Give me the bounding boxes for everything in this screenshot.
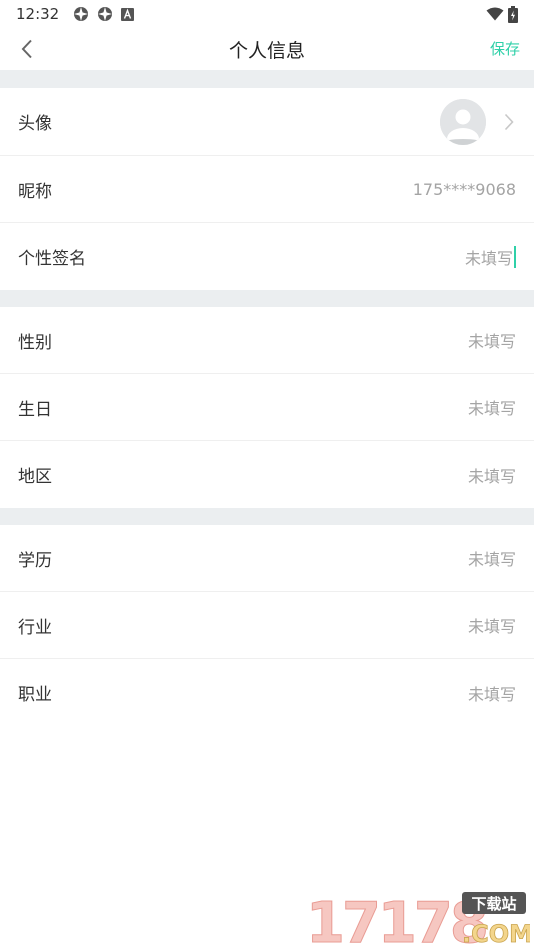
region-label: 地区 bbox=[18, 467, 52, 487]
watermark-number: 17178 bbox=[306, 891, 486, 948]
occupation-label: 职业 bbox=[18, 685, 52, 705]
region-value[interactable]: 未填写 bbox=[468, 463, 516, 487]
birthday-label: 生日 bbox=[18, 399, 52, 420]
gender-label: 性别 bbox=[18, 332, 52, 353]
personal-section: 性别 未填写 生日 未填写 地区 未填写 bbox=[0, 307, 534, 508]
status-bar: 12:32 bbox=[0, 0, 534, 28]
industry-row[interactable]: 行业 未填写 bbox=[0, 592, 534, 659]
occupation-row[interactable]: 职业 未填写 bbox=[0, 659, 534, 726]
back-button[interactable] bbox=[14, 36, 40, 62]
wifi-icon bbox=[486, 7, 504, 21]
avatar-label: 头像 bbox=[18, 114, 52, 134]
chevron-left-icon bbox=[21, 39, 32, 59]
birthday-value[interactable]: 未填写 bbox=[468, 395, 516, 419]
watermark-domain: .COM bbox=[462, 920, 530, 948]
site-watermark: 17178 下载站 .COM bbox=[306, 891, 531, 949]
page-title: 个人信息 bbox=[228, 39, 305, 62]
navigation-bar: 个人信息 保存 bbox=[0, 28, 534, 70]
nickname-value[interactable]: 175****9068 bbox=[413, 180, 516, 199]
section-divider bbox=[0, 290, 534, 307]
system-icons bbox=[486, 5, 518, 23]
nickname-row[interactable]: 昵称 175****9068 bbox=[0, 156, 534, 223]
signature-row[interactable]: 个性签名 未填写 bbox=[0, 223, 534, 290]
chevron-right-icon bbox=[502, 112, 516, 132]
gender-value[interactable]: 未填写 bbox=[468, 328, 516, 352]
signature-placeholder: 未填写 bbox=[464, 248, 513, 268]
birthday-row[interactable]: 生日 未填写 bbox=[0, 374, 534, 441]
a-letter-icon bbox=[121, 7, 135, 21]
industry-value[interactable]: 未填写 bbox=[468, 613, 516, 637]
app-notification-icon bbox=[74, 7, 89, 21]
default-avatar-icon bbox=[440, 98, 486, 145]
status-time: 12:32 bbox=[16, 5, 60, 23]
region-row[interactable]: 地区 未填写 bbox=[0, 441, 534, 508]
save-button[interactable]: 保存 bbox=[490, 38, 520, 59]
signature-label: 个性签名 bbox=[18, 249, 86, 269]
signature-field[interactable]: 未填写 bbox=[465, 245, 516, 269]
education-value[interactable]: 未填写 bbox=[468, 546, 516, 570]
avatar[interactable] bbox=[440, 98, 486, 145]
watermark-tag: 下载站 bbox=[471, 895, 516, 913]
avatar-row[interactable]: 头像 bbox=[0, 88, 534, 156]
occupation-value[interactable]: 未填写 bbox=[468, 681, 516, 705]
section-divider bbox=[0, 508, 534, 525]
gender-row[interactable]: 性别 未填写 bbox=[0, 307, 534, 374]
notification-icons bbox=[73, 6, 135, 22]
text-cursor bbox=[514, 245, 516, 268]
battery-charging-icon bbox=[508, 5, 518, 23]
career-section: 学历 未填写 行业 未填写 职业 未填写 bbox=[0, 525, 534, 726]
industry-label: 行业 bbox=[18, 617, 52, 638]
basic-info-section: 头像 昵称 175****9068 个性签名 未填写 bbox=[0, 88, 534, 290]
section-divider bbox=[0, 70, 534, 88]
nickname-label: 昵称 bbox=[18, 181, 52, 202]
education-row[interactable]: 学历 未填写 bbox=[0, 525, 534, 592]
education-label: 学历 bbox=[18, 550, 52, 571]
app-notification-icon bbox=[98, 7, 113, 21]
